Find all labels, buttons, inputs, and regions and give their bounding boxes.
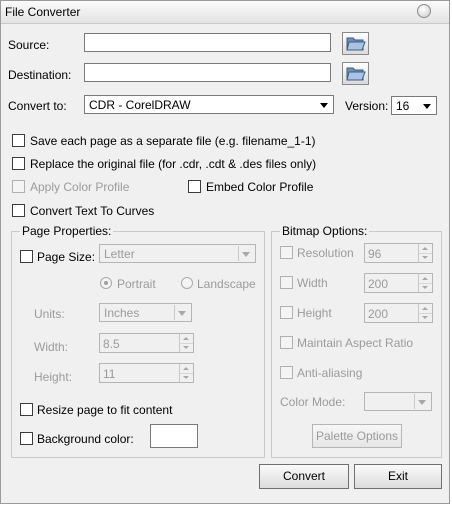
page-size-checkbox[interactable] [20,250,33,263]
window-title: File Converter [5,5,81,19]
units-label: Units: [34,307,65,321]
page-width-value: 8.5 [103,337,120,351]
bitmap-options-title: Bitmap Options: [280,224,370,238]
anti-aliasing-checkbox[interactable] [280,366,293,379]
version-value: 16 [396,99,410,113]
background-color-checkbox[interactable] [20,432,33,445]
convert-text-label: Convert Text To Curves [30,204,155,218]
convert-text-checkbox[interactable] [12,204,25,217]
color-mode-select[interactable] [364,392,432,411]
background-color-label: Background color: [37,432,134,446]
bitmap-height-spinner[interactable]: 200 [364,303,433,323]
landscape-label: Landscape [197,277,256,291]
maintain-aspect-label: Maintain Aspect Ratio [297,336,414,350]
bitmap-width-value: 200 [368,277,389,291]
embed-color-profile-checkbox[interactable] [188,180,201,193]
units-select[interactable]: Inches [99,303,192,322]
page-size-value: Letter [104,247,135,261]
maintain-aspect-checkbox[interactable] [280,336,293,349]
height-label: Height: [34,370,73,384]
version-select[interactable]: 16 [391,96,437,115]
browse-source-button[interactable] [342,32,369,55]
page-height-value: 11 [103,367,116,381]
chevron-down-icon [414,394,430,409]
convert-button[interactable]: Convert [259,464,349,489]
spin-down-icon[interactable] [180,343,193,352]
page-width-spinner[interactable]: 8.5 [99,333,194,353]
convert-to-select[interactable]: CDR - CorelDRAW [84,95,334,114]
destination-label: Destination: [8,68,72,82]
page-properties-title: Page Properties: [20,224,114,238]
page-height-spinner[interactable]: 11 [99,363,194,383]
spin-down-icon[interactable] [419,253,432,262]
resolution-value: 96 [368,247,382,261]
bitmap-height-checkbox[interactable] [280,306,293,319]
replace-original-checkbox[interactable] [12,157,25,170]
anti-aliasing-label: Anti-aliasing [297,366,363,380]
source-label: Source: [8,38,50,52]
chevron-down-icon [317,97,332,112]
bitmap-height-value: 200 [368,307,389,321]
portrait-radio[interactable] [100,277,112,289]
width-label: Width: [34,340,69,354]
version-label: Version: [345,99,389,113]
chevron-down-icon [174,305,190,320]
resolution-label: Resolution [297,246,354,260]
folder-open-icon [346,37,366,51]
bitmap-height-label: Height [297,306,332,320]
palette-options-button[interactable]: Palette Options [312,424,402,448]
exit-button[interactable]: Exit [354,464,442,489]
spin-down-icon[interactable] [419,283,432,292]
embed-color-profile-label: Embed Color Profile [206,180,314,194]
chevron-down-icon [238,246,254,261]
bitmap-width-label: Width [297,276,328,290]
color-mode-label: Color Mode: [280,395,346,409]
browse-destination-button[interactable] [342,62,369,85]
close-icon[interactable] [417,4,431,18]
chevron-down-icon [420,98,435,113]
resize-page-label: Resize page to fit content [37,403,173,417]
apply-color-profile-label: Apply Color Profile [30,180,130,194]
source-input[interactable] [84,33,331,52]
bitmap-width-checkbox[interactable] [280,276,293,289]
title-bar: File Converter [1,1,449,24]
save-each-page-checkbox[interactable] [12,134,25,147]
background-color-swatch[interactable] [150,424,198,448]
destination-input[interactable] [84,63,331,82]
convert-to-label: Convert to: [8,99,67,113]
bitmap-width-spinner[interactable]: 200 [364,273,433,293]
convert-to-value: CDR - CorelDRAW [89,98,191,112]
file-converter-window: File Converter Source: Destination: Conv… [0,0,450,504]
resize-page-checkbox[interactable] [20,403,33,416]
resolution-spinner[interactable]: 96 [364,243,433,263]
portrait-label: Portrait [117,277,156,291]
folder-open-icon [346,67,366,81]
save-each-page-label: Save each page as a separate file (e.g. … [30,134,316,148]
apply-color-profile-checkbox[interactable] [12,180,25,193]
resolution-checkbox[interactable] [280,246,293,259]
units-value: Inches [104,306,140,320]
page-size-select[interactable]: Letter [99,244,256,263]
page-size-label: Page Size: [37,250,96,264]
spin-down-icon[interactable] [180,373,193,382]
landscape-radio[interactable] [181,277,193,289]
replace-original-label: Replace the original file (for .cdr, .cd… [30,157,317,171]
spin-down-icon[interactable] [419,313,432,322]
